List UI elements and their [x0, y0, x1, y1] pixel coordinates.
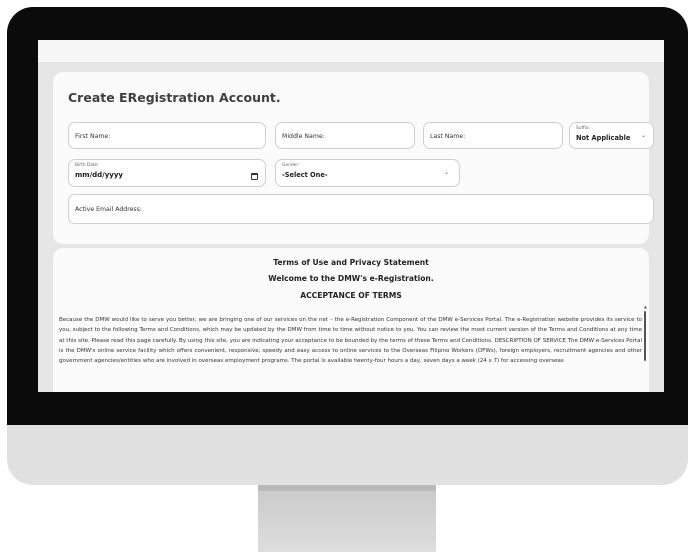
terms-heading: Terms of Use and Privacy Statement: [273, 258, 429, 267]
suffix-label: Suffix:: [576, 126, 590, 131]
email-placeholder: Active Email Address:: [75, 206, 142, 213]
last-name-placeholder: Last Name:: [430, 133, 466, 140]
registration-form-card: Create ERegistration Account. First Name…: [53, 72, 654, 244]
gender-value: -Select One-: [282, 171, 328, 179]
birth-date-value: mm/dd/yyyy: [75, 171, 123, 179]
email-field[interactable]: Active Email Address:: [68, 194, 654, 224]
chevron-down-icon: ⌄: [443, 169, 449, 176]
terms-welcome: Welcome to the DMW's e-Registration.: [268, 274, 434, 283]
suffix-value: Not Applicable: [576, 134, 631, 142]
last-name-field[interactable]: Last Name:: [423, 122, 563, 149]
scroll-up-arrow-icon[interactable]: ▲: [644, 304, 647, 309]
chevron-down-icon: ⌄: [640, 132, 646, 139]
birth-date-field[interactable]: Birth Date: mm/dd/yyyy: [68, 159, 266, 187]
first-name-placeholder: First Name:: [75, 133, 111, 140]
gender-select[interactable]: Gender: -Select One- ⌄: [275, 159, 460, 187]
calendar-icon[interactable]: [251, 173, 258, 180]
birth-date-label: Birth Date:: [75, 163, 99, 168]
middle-name-placeholder: Middle Name:: [282, 133, 325, 140]
terms-acceptance-heading: ACCEPTANCE OF TERMS: [300, 291, 402, 300]
terms-scrollbar[interactable]: [644, 311, 646, 361]
middle-name-field[interactable]: Middle Name:: [275, 122, 415, 149]
terms-text: Because the DMW would like to serve you …: [59, 317, 642, 365]
gender-label: Gender:: [282, 163, 300, 168]
form-title: Create ERegistration Account.: [68, 90, 281, 105]
top-strip: [38, 40, 664, 62]
first-name-field[interactable]: First Name:: [68, 122, 266, 149]
suffix-select[interactable]: Suffix: Not Applicable ⌄: [569, 122, 654, 149]
monitor-screen: Create ERegistration Account. First Name…: [38, 40, 664, 392]
terms-card: Terms of Use and Privacy Statement Welco…: [53, 248, 649, 392]
monitor-stand: [258, 485, 436, 552]
monitor-stand-shadow: [258, 485, 436, 491]
